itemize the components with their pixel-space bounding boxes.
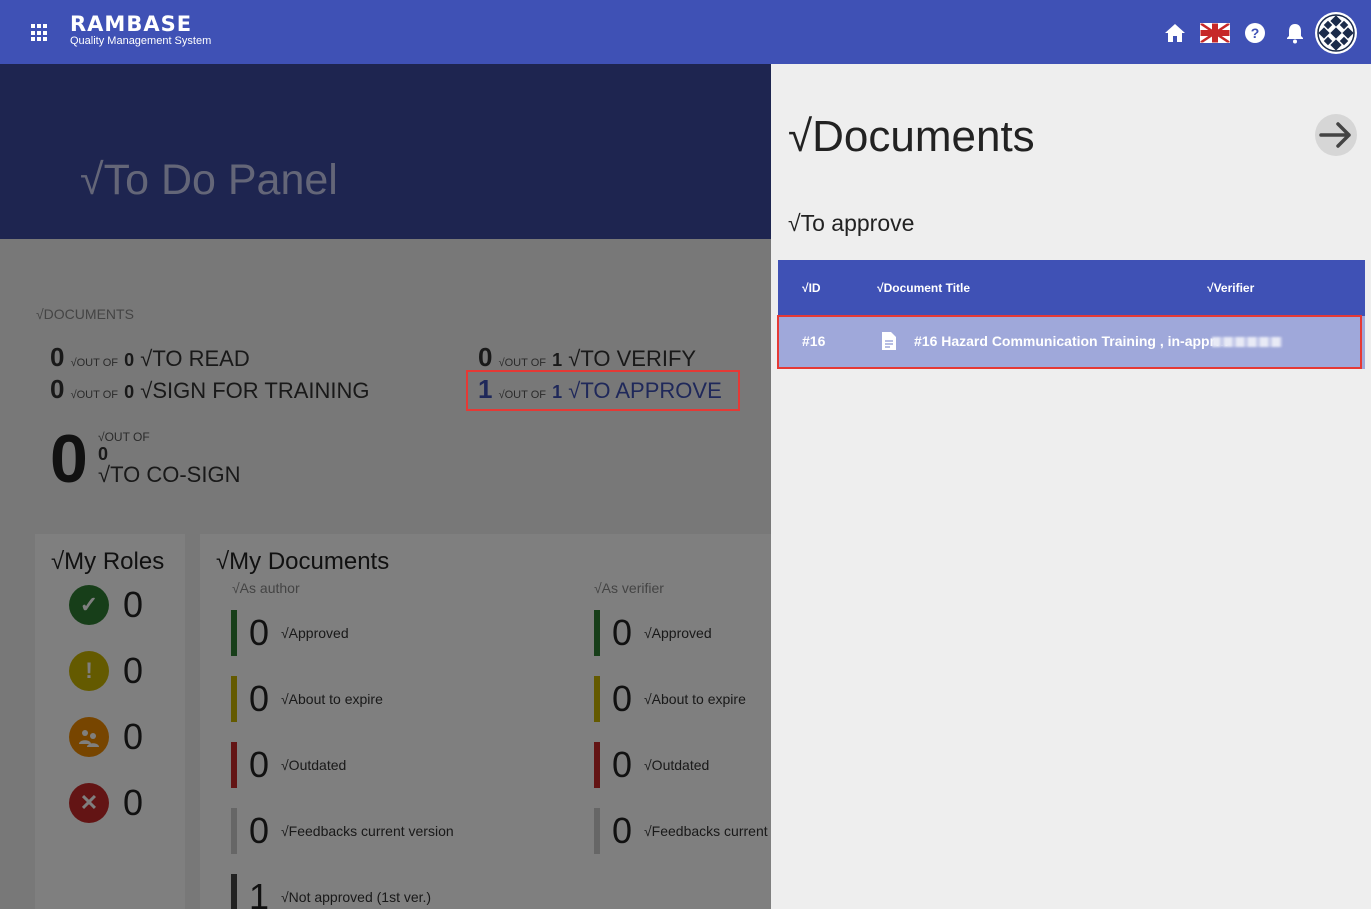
- column-title[interactable]: √Document Title: [877, 281, 970, 295]
- brand-subtitle: Quality Management System: [70, 35, 212, 47]
- avatar[interactable]: [1315, 12, 1357, 54]
- to-approve-callout: [466, 370, 740, 411]
- apps-icon[interactable]: [31, 24, 49, 42]
- home-icon[interactable]: [1155, 13, 1195, 53]
- row-highlight: [777, 315, 1362, 369]
- panel-title: √Documents: [788, 112, 1035, 161]
- brand-name: RAMBASE: [70, 12, 193, 36]
- documents-side-panel: √Documents √To approve √ID √Document Tit…: [771, 64, 1371, 909]
- svg-text:?: ?: [1251, 25, 1260, 41]
- column-verifier[interactable]: √Verifier: [1207, 281, 1254, 295]
- bell-icon[interactable]: [1275, 13, 1315, 53]
- brand-logo[interactable]: RAMBASE Quality Management System: [70, 13, 211, 47]
- arrow-right-icon[interactable]: [1315, 114, 1357, 156]
- help-icon[interactable]: ?: [1235, 13, 1275, 53]
- uk-flag-icon[interactable]: [1195, 13, 1235, 53]
- todo-panel: √To Do Panel √DOCUMENTS 0 √OUT OF 0 √TO …: [0, 64, 771, 909]
- table-header: √ID √Document Title √Verifier: [778, 260, 1365, 316]
- top-bar: RAMBASE Quality Management System ?: [0, 0, 1371, 64]
- column-id[interactable]: √ID: [802, 281, 821, 295]
- panel-subtitle: √To approve: [788, 210, 915, 236]
- modal-backdrop[interactable]: [0, 64, 771, 909]
